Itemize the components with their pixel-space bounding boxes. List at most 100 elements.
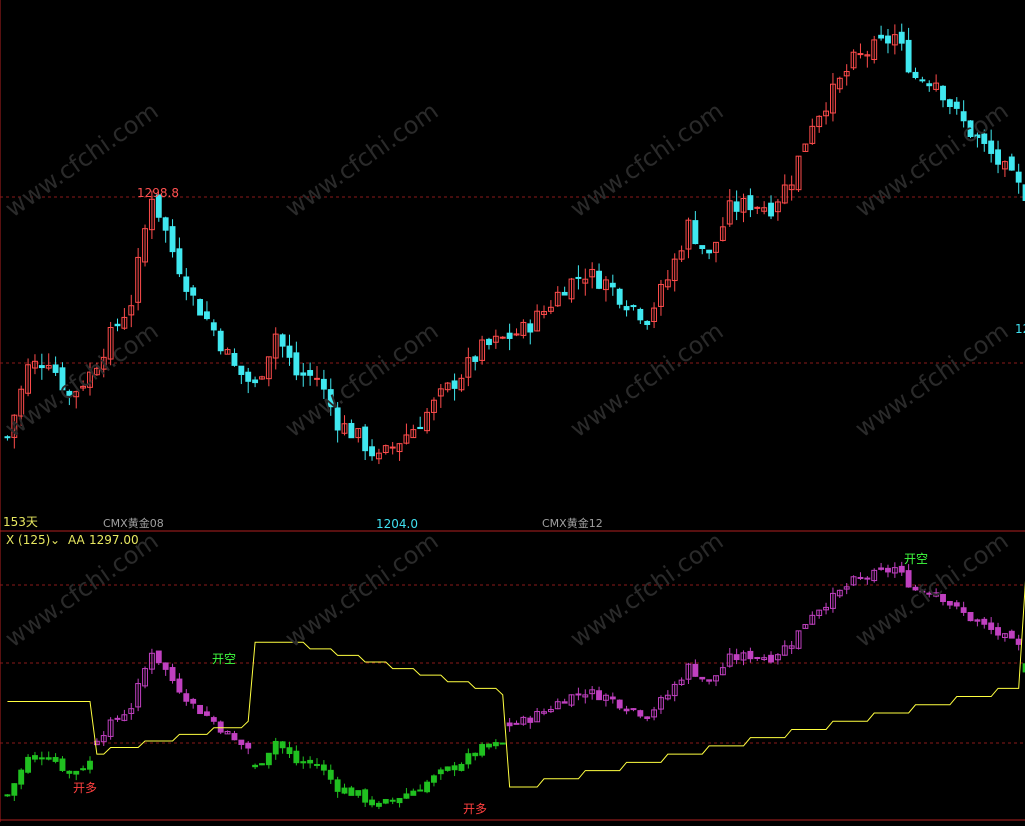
indicator-bar	[898, 565, 905, 573]
candle-body	[878, 34, 885, 39]
indicator-bar	[375, 802, 382, 807]
signal-open-long: 开多	[73, 781, 98, 795]
indicator-name[interactable]: X (125)	[6, 533, 50, 547]
candle-body	[609, 282, 616, 288]
indicator-bar	[864, 577, 871, 580]
candle-body	[369, 446, 375, 457]
edge-price-label: 12	[1015, 322, 1025, 336]
indicator-bar	[169, 667, 176, 682]
candle-body	[245, 371, 252, 382]
candle-body	[644, 320, 651, 326]
indicator-bar	[272, 740, 279, 755]
indicator-bar	[424, 781, 431, 793]
indicator-bar	[25, 756, 32, 773]
indicator-bar	[38, 757, 45, 760]
indicator-bar	[974, 619, 981, 622]
candle-body	[506, 332, 513, 339]
candle-body	[995, 149, 1001, 165]
signal-open-short: 开空	[904, 552, 929, 566]
candle-body	[238, 365, 245, 375]
candle-body	[946, 99, 953, 108]
indicator-bar	[1015, 638, 1022, 645]
indicator-bar	[960, 607, 967, 613]
indicator-bar	[279, 741, 286, 749]
period-label: 153天	[3, 515, 38, 529]
signal-open-long: 开多	[463, 802, 488, 816]
candle-body	[912, 71, 919, 78]
candle-body	[197, 299, 203, 316]
candle-body	[190, 287, 197, 296]
series-label: AA	[68, 533, 85, 547]
indicator-bar	[444, 766, 451, 771]
candle-body	[286, 345, 293, 358]
indicator-bar	[59, 758, 66, 771]
candle-body	[747, 195, 754, 211]
indicator-bar	[252, 764, 259, 768]
indicator-bar	[733, 654, 740, 661]
indicator-bar	[609, 696, 616, 700]
indicator-bar	[73, 770, 80, 775]
indicator-bar	[981, 618, 988, 625]
contract-label: CMX黄金08	[103, 517, 164, 530]
indicator-bar	[486, 743, 492, 748]
candle-body	[472, 356, 479, 362]
indicator-bar	[32, 755, 38, 760]
candle-body	[38, 365, 45, 369]
indicator-bar	[320, 764, 327, 771]
candle-body	[988, 140, 995, 154]
candle-body	[279, 334, 286, 347]
indicator-bar	[334, 779, 341, 792]
series-value: 1297.00	[89, 533, 139, 547]
candle-body	[486, 338, 492, 346]
candle-body	[1015, 171, 1022, 183]
indicator-bar	[623, 708, 630, 712]
indicator-bar	[403, 793, 410, 799]
indicator-bar	[946, 600, 953, 606]
indicator-bar	[369, 799, 375, 806]
high-price-label: 1298.8	[137, 186, 179, 200]
indicator-bar	[878, 567, 885, 570]
indicator-bar	[437, 769, 444, 775]
candle-body	[1008, 156, 1015, 171]
candle-body	[919, 79, 926, 82]
indicator-bar	[754, 656, 761, 659]
indicator-bar	[768, 654, 774, 663]
candle-body	[561, 291, 568, 296]
candle-body	[499, 336, 506, 339]
candle-body	[898, 31, 905, 44]
candle-body	[169, 226, 176, 253]
indicator-bar	[231, 733, 238, 741]
indicator-bar	[747, 650, 754, 660]
indicator-bar	[80, 768, 87, 771]
indicator-bar	[382, 798, 389, 804]
indicator-bar	[87, 760, 93, 770]
indicator-bar	[355, 790, 362, 796]
indicator-bar	[327, 769, 334, 780]
candle-body	[362, 426, 369, 452]
indicator-bar	[265, 752, 272, 766]
indicator-bar	[637, 710, 644, 717]
chevron-down-icon[interactable]: ⌄	[50, 533, 60, 547]
candle-body	[637, 308, 644, 321]
indicator-bar	[616, 699, 623, 709]
indicator-bar	[162, 662, 169, 670]
indicator-bar	[183, 693, 190, 702]
candle-body	[953, 101, 960, 109]
indicator-bar	[561, 701, 568, 704]
candle-body	[905, 39, 912, 73]
indicator-bar	[479, 744, 486, 756]
indicator-bar	[953, 602, 960, 607]
indicator-bar	[499, 742, 506, 745]
indicator-bar	[995, 627, 1001, 636]
indicator-bar	[596, 690, 602, 701]
indicator-bar	[885, 567, 891, 573]
low-price-label: 1204.0	[376, 517, 418, 531]
indicator-bar	[114, 717, 121, 720]
candle-body	[389, 446, 396, 449]
indicator-bar	[341, 787, 348, 794]
candle-body	[417, 426, 424, 430]
candle-body	[616, 288, 623, 305]
indicator-bar	[45, 757, 52, 760]
indicator-bar	[190, 698, 197, 704]
indicator-bar	[575, 693, 582, 696]
